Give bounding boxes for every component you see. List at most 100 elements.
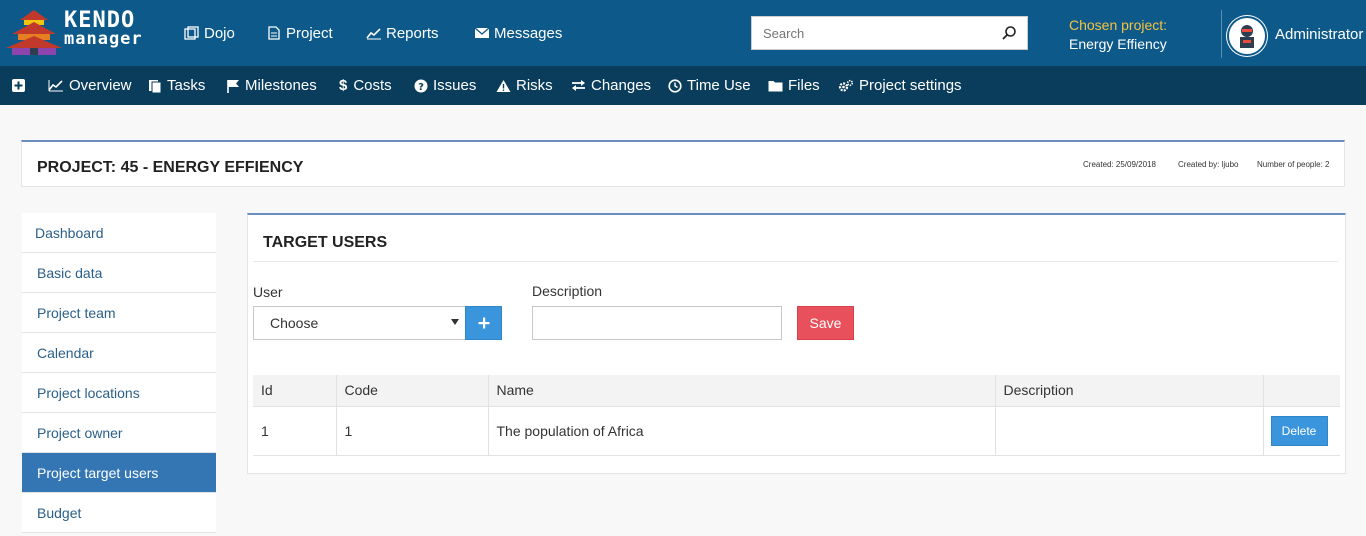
question-circle-icon: ?	[414, 79, 428, 93]
table-header-row: Id Code Name Description	[253, 375, 1340, 407]
project-header: PROJECT: 45 - ENERGY EFFIENCY Created: 2…	[21, 140, 1345, 187]
user-select-value: Choose	[270, 315, 319, 331]
nav-dojo[interactable]: Dojo	[184, 0, 235, 66]
nav-project[interactable]: Project	[266, 0, 333, 66]
subnav-issues[interactable]: ? Issues	[414, 66, 476, 105]
copy-icon	[184, 26, 199, 40]
line-chart-icon	[366, 28, 381, 40]
subnav-project-settings[interactable]: Project settings	[838, 66, 962, 105]
sidebar-item-calendar[interactable]: Calendar	[22, 333, 216, 373]
subnav-overview-label: Overview	[69, 77, 132, 94]
plus-square-icon	[12, 79, 25, 92]
project-people-count: Number of people: 2	[1257, 160, 1330, 169]
sidebar-item-basic-data[interactable]: Basic data	[22, 253, 216, 293]
subnav-milestones-label: Milestones	[245, 77, 317, 94]
chosen-project-value: Energy Effiency	[1069, 36, 1167, 52]
plus-icon	[478, 317, 489, 329]
subnav-time-use-label: Time Use	[687, 77, 751, 94]
subnav-changes-label: Changes	[591, 77, 652, 94]
sidebar-item-label: Budget	[37, 504, 82, 521]
logo-line1: KENDO	[64, 8, 136, 33]
subnav-overview[interactable]: Overview	[48, 66, 132, 105]
sidebar-item-label: Project locations	[37, 384, 140, 401]
user-field-label: User	[253, 284, 283, 300]
project-created-date: Created: 25/09/2018	[1083, 160, 1156, 169]
subnav-milestones[interactable]: Milestones	[226, 66, 317, 105]
subnav-project-settings-label: Project settings	[859, 77, 962, 94]
pagoda-icon	[6, 10, 62, 55]
cell-id: 1	[253, 406, 337, 456]
header-divider	[1221, 10, 1222, 58]
cogs-icon	[838, 79, 854, 92]
panel-title: TARGET USERS	[263, 234, 388, 251]
nav-messages[interactable]: Messages	[474, 0, 562, 66]
column-header-actions	[1263, 375, 1340, 407]
caret-down-icon	[451, 319, 459, 325]
clock-icon	[668, 78, 682, 93]
logo-text: KENDO manager	[64, 8, 143, 49]
user-select[interactable]: Choose	[253, 306, 466, 340]
subnav-tasks-label: Tasks	[167, 77, 206, 94]
nav-dojo-label: Dojo	[204, 24, 235, 42]
folder-icon	[768, 80, 783, 91]
tasks-icon	[149, 79, 162, 93]
area-chart-icon	[48, 80, 63, 92]
svg-text:?: ?	[418, 82, 424, 93]
subnav-time-use[interactable]: Time Use	[668, 66, 751, 105]
search-box	[751, 16, 1028, 50]
search-input[interactable]	[752, 17, 982, 49]
sidebar-item-project-team[interactable]: Project team	[22, 293, 216, 333]
user-name[interactable]: Administrator	[1275, 26, 1363, 43]
nav-reports[interactable]: Reports	[366, 0, 439, 66]
table-row: 1 1 The population of Africa Delete	[253, 406, 1340, 456]
subnav-costs[interactable]: $ Costs	[339, 66, 392, 105]
column-header-code: Code	[336, 375, 489, 407]
subnav-costs-label: Costs	[353, 77, 392, 94]
column-header-name: Name	[488, 375, 996, 407]
warning-icon	[496, 79, 511, 92]
subnav-risks[interactable]: Risks	[496, 66, 553, 105]
sidebar-item-dashboard[interactable]: Dashboard	[22, 213, 216, 253]
subnav-files[interactable]: Files	[768, 66, 820, 105]
sidebar-item-budget[interactable]: Budget	[22, 493, 216, 533]
target-users-panel: TARGET USERS User Description Choose Sav…	[247, 213, 1346, 474]
sidebar-item-label: Calendar	[37, 344, 94, 361]
description-input[interactable]	[532, 306, 782, 340]
cell-description	[995, 406, 1264, 456]
description-field-label: Description	[532, 283, 603, 299]
column-header-id: Id	[253, 375, 337, 407]
nav-messages-label: Messages	[494, 24, 563, 42]
subnav-tasks[interactable]: Tasks	[148, 66, 205, 105]
exchange-icon	[572, 80, 585, 91]
delete-button[interactable]: Delete	[1270, 415, 1328, 446]
ninja-avatar-icon	[1240, 25, 1254, 48]
cell-actions: Delete	[1263, 406, 1340, 456]
sidebar-item-project-target-users[interactable]: Project target users	[22, 453, 216, 493]
sidebar-item-project-locations[interactable]: Project locations	[22, 373, 216, 413]
page-title: PROJECT: 45 - ENERGY EFFIENCY	[37, 159, 304, 176]
add-project-button[interactable]	[12, 66, 30, 105]
save-button[interactable]: Save	[797, 306, 854, 340]
project-nav-bar: Overview Tasks Milestones $ Costs ? Issu…	[0, 66, 1366, 105]
avatar[interactable]	[1227, 16, 1267, 56]
subnav-files-label: Files	[788, 77, 820, 94]
project-sidebar: Dashboard Basic data Project team Calend…	[22, 213, 216, 533]
add-user-button[interactable]	[465, 306, 502, 340]
kendo-manager-logo[interactable]: KENDO manager	[4, 8, 154, 58]
sidebar-item-project-owner[interactable]: Project owner	[22, 413, 216, 453]
subnav-risks-label: Risks	[516, 77, 553, 94]
envelope-icon	[474, 27, 490, 38]
sidebar-item-label: Project team	[37, 304, 116, 321]
chosen-project-label: Chosen project:	[1069, 17, 1168, 33]
sidebar-item-label: Project owner	[37, 424, 123, 441]
cell-name: The population of Africa	[488, 406, 996, 456]
cell-code: 1	[336, 406, 489, 456]
dollar-icon: $	[339, 77, 348, 94]
target-users-table: Id Code Name Description 1 1 The populat…	[253, 375, 1340, 456]
column-header-description: Description	[995, 375, 1264, 407]
sidebar-item-label: Dashboard	[35, 224, 104, 241]
subnav-changes[interactable]: Changes	[571, 66, 651, 105]
search-icon[interactable]	[1001, 25, 1017, 41]
sidebar-item-label: Basic data	[37, 264, 103, 281]
document-icon	[268, 26, 280, 40]
